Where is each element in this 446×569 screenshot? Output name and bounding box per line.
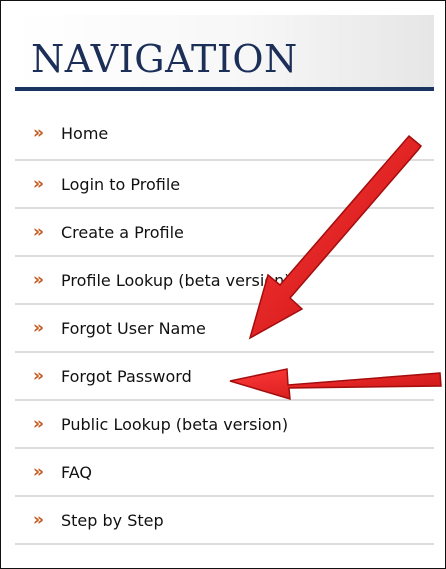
nav-link-login-to-profile[interactable]: Login to Profile [61, 175, 180, 194]
nav-link-forgot-user-name[interactable]: Forgot User Name [61, 319, 206, 338]
nav-link-public-lookup[interactable]: Public Lookup (beta version) [61, 415, 288, 434]
chevron-right-icon: » [33, 366, 44, 386]
nav-link-forgot-password[interactable]: Forgot Password [61, 367, 192, 386]
navigation-panel: NAVIGATION » Home » Login to Profile » C… [0, 0, 446, 569]
nav-item-faq[interactable]: » FAQ [15, 449, 434, 497]
nav-item-public-lookup[interactable]: » Public Lookup (beta version) [15, 401, 434, 449]
navigation-list: » Home » Login to Profile » Create a Pro… [15, 107, 434, 545]
nav-link-create-a-profile[interactable]: Create a Profile [61, 223, 184, 242]
nav-link-profile-lookup[interactable]: Profile Lookup (beta version) [61, 271, 290, 290]
chevron-right-icon: » [33, 414, 44, 434]
nav-item-create-a-profile[interactable]: » Create a Profile [15, 209, 434, 257]
chevron-right-icon: » [33, 174, 44, 194]
nav-item-forgot-password[interactable]: » Forgot Password [15, 353, 434, 401]
chevron-right-icon: » [33, 510, 44, 530]
chevron-right-icon: » [33, 318, 44, 338]
chevron-right-icon: » [33, 462, 44, 482]
nav-item-login-to-profile[interactable]: » Login to Profile [15, 161, 434, 209]
title-divider [15, 87, 434, 91]
nav-item-forgot-user-name[interactable]: » Forgot User Name [15, 305, 434, 353]
nav-item-step-by-step[interactable]: » Step by Step [15, 497, 434, 545]
nav-link-faq[interactable]: FAQ [61, 463, 92, 482]
navigation-header: NAVIGATION [15, 15, 434, 87]
navigation-title: NAVIGATION [31, 37, 298, 81]
nav-item-profile-lookup[interactable]: » Profile Lookup (beta version) [15, 257, 434, 305]
nav-item-home[interactable]: » Home [15, 107, 434, 161]
nav-link-step-by-step[interactable]: Step by Step [61, 511, 164, 530]
chevron-right-icon: » [33, 123, 44, 143]
chevron-right-icon: » [33, 222, 44, 242]
nav-link-home[interactable]: Home [61, 124, 108, 143]
chevron-right-icon: » [33, 270, 44, 290]
